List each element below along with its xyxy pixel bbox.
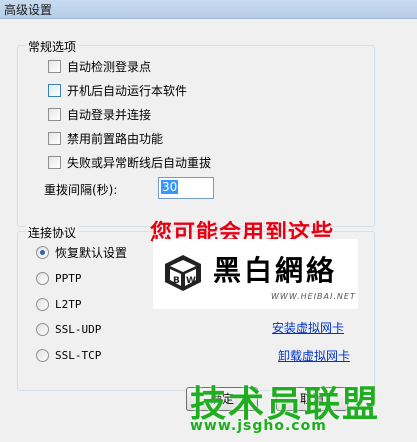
redial-interval-label: 重拨间隔(秒): [44, 183, 118, 197]
radio-restore-default[interactable]: 恢复默认设置 [36, 244, 127, 260]
heibai-logo: B W 黑白網絡 WWW.HEIBAI.NET [153, 239, 358, 309]
logo-text: 黑白網絡 [213, 254, 338, 287]
radio-label: SSL-UDP [55, 322, 102, 336]
window-title: 高级设置 [4, 3, 53, 17]
checkbox-autostart[interactable]: 开机后自动运行本软件 [48, 82, 187, 98]
checkbox-box[interactable] [48, 59, 61, 73]
checkbox-label: 禁用前置路由功能 [67, 131, 164, 146]
general-options-group: 常规选项 自动检测登录点 开机后自动运行本软件 自动登录并连接 禁用前置路由功能… [17, 38, 375, 227]
radio-circle[interactable] [36, 271, 49, 285]
checkbox-box[interactable] [48, 107, 61, 121]
protocol-legend: 连接协议 [25, 224, 80, 241]
svg-text:W: W [186, 276, 196, 286]
uninstall-virtual-nic-link[interactable]: 卸载虚拟网卡 [278, 347, 350, 364]
radio-circle[interactable] [36, 348, 49, 362]
svg-text:B: B [173, 276, 180, 286]
checkbox-box[interactable] [48, 131, 61, 145]
redial-interval-value: 30 [161, 180, 179, 194]
checkbox-label: 自动检测登录点 [67, 59, 152, 74]
watermark-green-url: www.jsgho.com [190, 418, 327, 434]
checkbox-label: 开机后自动运行本软件 [67, 83, 188, 98]
checkbox-auto-detect[interactable]: 自动检测登录点 [48, 58, 151, 74]
cube-logo-icon: B W [165, 255, 201, 291]
radio-label: PPTP [55, 271, 82, 285]
radio-l2tp[interactable]: L2TP [36, 296, 82, 312]
title-bar: 高级设置 [0, 0, 417, 19]
radio-circle[interactable] [36, 297, 49, 311]
radio-label: L2TP [55, 297, 82, 311]
checkbox-auto-login[interactable]: 自动登录并连接 [48, 106, 151, 122]
radio-circle[interactable] [36, 245, 49, 259]
install-virtual-nic-link[interactable]: 安装虚拟网卡 [272, 319, 344, 336]
radio-label: 恢复默认设置 [55, 245, 128, 260]
general-legend: 常规选项 [25, 38, 80, 55]
radio-circle[interactable] [36, 322, 49, 336]
redial-interval-input[interactable]: 30 [158, 177, 214, 199]
checkbox-box[interactable] [48, 155, 61, 169]
checkbox-auto-redial[interactable]: 失败或异常断线后自动重拔 [48, 154, 211, 170]
logo-url: WWW.HEIBAI.NET [271, 292, 356, 301]
checkbox-box[interactable] [48, 83, 61, 97]
radio-pptp[interactable]: PPTP [36, 270, 82, 286]
checkbox-disable-route[interactable]: 禁用前置路由功能 [48, 130, 163, 146]
radio-ssl-tcp[interactable]: SSL-TCP [36, 347, 101, 363]
radio-ssl-udp[interactable]: SSL-UDP [36, 321, 101, 337]
checkbox-label: 失败或异常断线后自动重拔 [67, 155, 212, 170]
radio-label: SSL-TCP [55, 348, 102, 362]
checkbox-label: 自动登录并连接 [67, 107, 152, 122]
